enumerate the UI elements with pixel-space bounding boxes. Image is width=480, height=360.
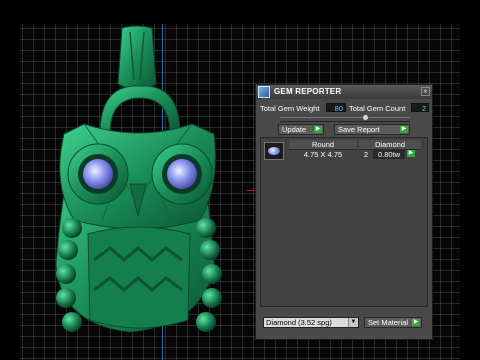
update-button-label: Update <box>282 125 307 134</box>
slider-thumb[interactable] <box>361 114 369 121</box>
slider-track[interactable] <box>280 117 410 122</box>
gem-thumbnail-icon[interactable] <box>264 142 284 160</box>
column-header-material: Diamond <box>359 140 421 150</box>
material-select-value: Diamond (3.52 spg) <box>266 318 332 327</box>
total-gem-count-value: 2 <box>411 103 429 113</box>
play-arrow-icon: ▶ <box>400 126 408 133</box>
total-gem-count-label: Total Gem Count <box>349 104 406 113</box>
save-report-button-label: Save Report <box>338 125 380 134</box>
play-arrow-icon: ▶ <box>314 126 322 133</box>
gem-size: 4.75 X 4.75 <box>303 150 343 159</box>
gem-list[interactable]: Round Diamond 4.75 X 4.75 2 0.80tw ▶ <box>260 137 428 307</box>
material-select[interactable]: Diamond (3.52 spg) ▼ <box>263 317 359 328</box>
gem-count: 2 <box>363 150 369 159</box>
set-material-button[interactable]: Set Material ▶ <box>364 317 422 328</box>
set-material-button-label: Set Material <box>368 318 409 327</box>
gem-reporter-app-icon <box>258 86 270 98</box>
right-eye-gem <box>167 159 197 189</box>
total-gem-weight-label: Total Gem Weight <box>260 104 320 113</box>
dropdown-arrow-icon[interactable]: ▼ <box>348 318 358 327</box>
left-eye-gem <box>83 159 113 189</box>
column-header-shape: Round <box>289 140 357 150</box>
total-gem-weight-value: 80 <box>326 103 346 113</box>
gem-reporter-panel: GEM REPORTER × Total Gem Weight 80 Total… <box>255 84 433 340</box>
update-button[interactable]: Update ▶ <box>278 124 324 135</box>
close-icon[interactable]: × <box>421 87 430 96</box>
play-arrow-icon: ▶ <box>412 319 420 326</box>
panel-titlebar[interactable]: GEM REPORTER × <box>256 85 432 99</box>
panel-title: GEM REPORTER <box>274 87 342 96</box>
owl-pendant-model[interactable] <box>20 24 250 344</box>
gem-weight: 0.80tw <box>373 150 405 159</box>
save-report-button[interactable]: Save Report ▶ <box>334 124 410 135</box>
play-arrow-icon[interactable]: ▶ <box>407 150 415 157</box>
